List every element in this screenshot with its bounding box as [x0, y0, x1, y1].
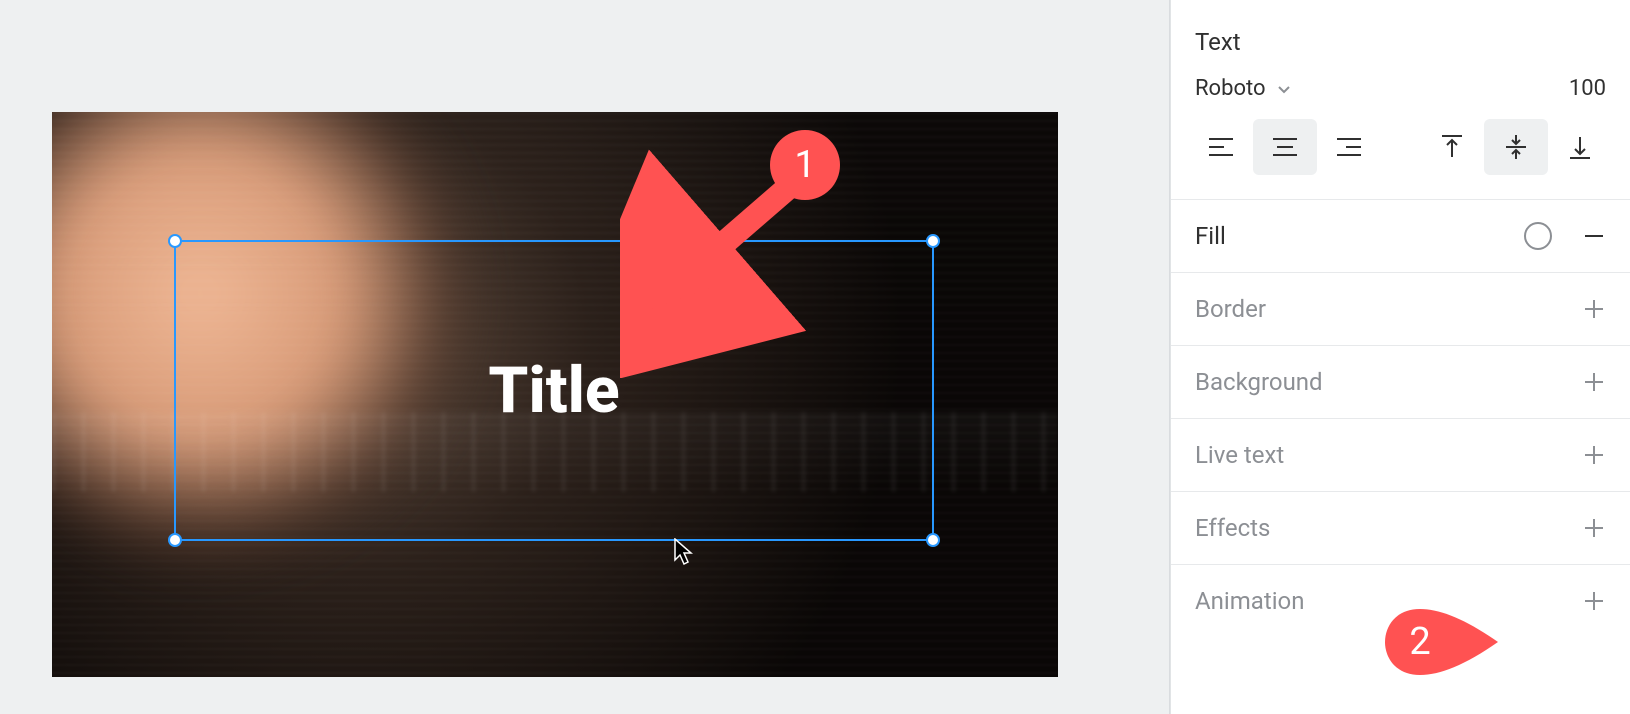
annotation-badge-1-label: 1	[794, 143, 815, 187]
align-left-icon	[1208, 136, 1234, 158]
font-size-value[interactable]: 100	[1569, 76, 1606, 101]
fill-label: Fill	[1195, 222, 1226, 250]
horizontal-align-group	[1189, 119, 1381, 175]
align-left-button[interactable]	[1189, 119, 1253, 175]
animation-label: Animation	[1195, 587, 1304, 615]
border-row[interactable]: Border	[1171, 272, 1630, 345]
chevron-down-icon	[1276, 81, 1292, 97]
align-center-icon	[1272, 136, 1298, 158]
cursor-icon	[674, 538, 696, 566]
remove-fill-icon[interactable]	[1582, 224, 1606, 248]
align-middle-icon	[1505, 134, 1527, 160]
align-right-button[interactable]	[1317, 119, 1381, 175]
font-row: Roboto 100	[1171, 66, 1630, 119]
canvas-area: Title 1	[0, 0, 1170, 714]
add-live-text-icon[interactable]	[1582, 443, 1606, 467]
border-label: Border	[1195, 295, 1266, 323]
resize-handle-top-right[interactable]	[926, 234, 940, 248]
align-center-button[interactable]	[1253, 119, 1317, 175]
text-panel-title: Text	[1171, 0, 1630, 66]
video-preview[interactable]: Title	[52, 112, 1058, 677]
align-top-button[interactable]	[1420, 119, 1484, 175]
title-text: Title	[488, 353, 619, 428]
effects-label: Effects	[1195, 514, 1270, 542]
background-row[interactable]: Background	[1171, 345, 1630, 418]
background-label: Background	[1195, 368, 1323, 396]
add-effects-icon[interactable]	[1582, 516, 1606, 540]
align-top-icon	[1441, 134, 1463, 160]
align-bottom-icon	[1569, 134, 1591, 160]
add-background-icon[interactable]	[1582, 370, 1606, 394]
vertical-align-group	[1420, 119, 1612, 175]
font-family-label: Roboto	[1195, 76, 1266, 101]
annotation-pointer-2: 2	[1385, 607, 1500, 677]
annotation-badge-1: 1	[770, 130, 840, 200]
live-text-label: Live text	[1195, 441, 1284, 469]
resize-handle-bottom-right[interactable]	[926, 533, 940, 547]
align-right-icon	[1336, 136, 1362, 158]
effects-row[interactable]: Effects	[1171, 491, 1630, 564]
add-animation-icon[interactable]	[1582, 589, 1606, 613]
live-text-row[interactable]: Live text	[1171, 418, 1630, 491]
resize-handle-top-left[interactable]	[168, 234, 182, 248]
alignment-row	[1171, 119, 1630, 199]
resize-handle-bottom-left[interactable]	[168, 533, 182, 547]
font-family-select[interactable]: Roboto	[1195, 76, 1292, 101]
fill-row[interactable]: Fill	[1171, 199, 1630, 272]
fill-color-swatch[interactable]	[1524, 222, 1552, 250]
align-middle-button[interactable]	[1484, 119, 1548, 175]
annotation-badge-2-label: 2	[1409, 620, 1430, 664]
add-border-icon[interactable]	[1582, 297, 1606, 321]
align-bottom-button[interactable]	[1548, 119, 1612, 175]
